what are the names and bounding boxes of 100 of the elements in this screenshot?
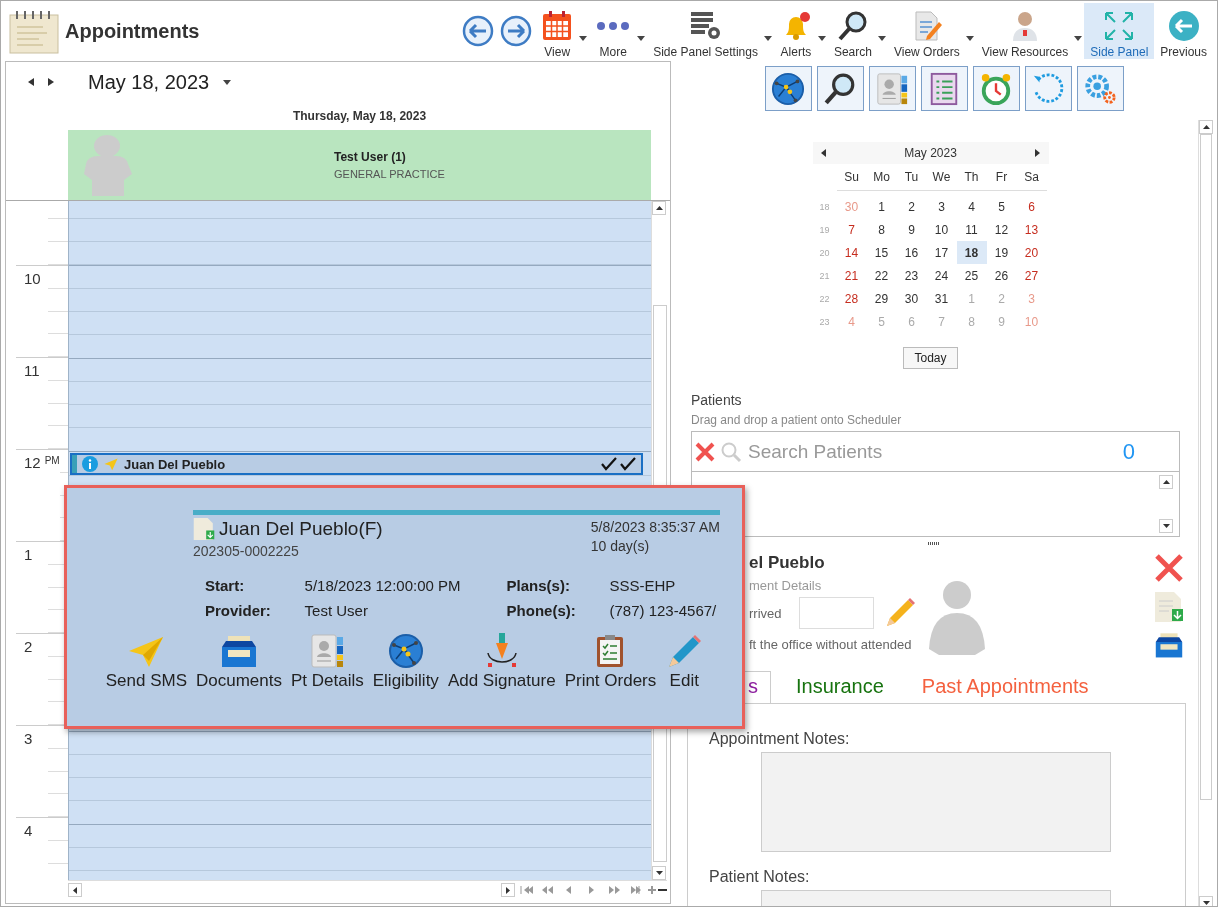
week-number: 22	[818, 292, 831, 306]
calendar-day[interactable]: 1	[866, 195, 897, 218]
toolbar-button[interactable]: Side Panel	[1084, 3, 1155, 59]
weekday-label: Su	[836, 164, 867, 191]
scroll-left-icon[interactable]	[68, 883, 82, 897]
scrollbar-thumb[interactable]	[1200, 134, 1212, 800]
scroll-up-icon[interactable]	[1159, 475, 1173, 489]
search-field[interactable]: Search Patients	[746, 439, 1119, 464]
toolbar-button[interactable]: Alerts	[773, 3, 818, 59]
calendar-day[interactable]: 10	[926, 218, 957, 241]
toolbar-button[interactable]: View	[535, 3, 580, 59]
calendar-day[interactable]: 27	[1016, 264, 1047, 287]
side-panel-button[interactable]	[816, 66, 864, 111]
field-value: Test User	[304, 602, 369, 619]
caret-icon[interactable]	[763, 36, 772, 41]
weekday-label: Mo	[866, 164, 897, 191]
calendar-day[interactable]: 14	[836, 241, 867, 264]
document-download-icon[interactable]	[1154, 591, 1184, 623]
weekday-label: Sa	[1016, 164, 1047, 191]
calendar-day[interactable]: 23	[896, 264, 927, 287]
calendar-day[interactable]: 18	[956, 241, 987, 264]
calendar-day[interactable]: 26	[986, 264, 1017, 287]
toolbar-button[interactable]: Previous	[1154, 3, 1213, 59]
back-button-icon[interactable]	[462, 15, 495, 47]
notes-field[interactable]	[761, 890, 1111, 906]
notes-field[interactable]	[761, 752, 1111, 852]
week-number: 23	[818, 315, 831, 329]
calendar-day[interactable]: 12	[986, 218, 1017, 241]
calendar-day[interactable]: 16	[896, 241, 927, 264]
scroll-down-icon[interactable]	[652, 866, 666, 880]
action-button[interactable]: Add Signature	[447, 633, 556, 691]
calendar-day[interactable]: 11	[956, 218, 987, 241]
calendar-day[interactable]: 28	[836, 287, 867, 310]
appointment[interactable]: Juan Del Pueblo	[70, 453, 643, 475]
caret-icon[interactable]	[817, 36, 826, 41]
action-button[interactable]: Print Orders	[564, 633, 657, 691]
calendar-day[interactable]: 29	[866, 287, 897, 310]
previous-month-icon[interactable]	[820, 149, 826, 157]
calendar-day[interactable]: 19	[986, 241, 1017, 264]
calendar-day[interactable]: 31	[926, 287, 957, 310]
calendar-day[interactable]: 20	[1016, 241, 1047, 264]
caret-icon[interactable]	[223, 79, 232, 85]
toolbar-button[interactable]: More	[589, 3, 638, 59]
field-label: Start:	[205, 577, 246, 594]
calendar-day[interactable]: 9	[896, 218, 927, 241]
weekday-label: We	[926, 164, 957, 191]
forward-button-icon[interactable]	[500, 15, 533, 47]
scroll-right-icon[interactable]	[501, 883, 515, 897]
calendar-month: May 2023	[904, 146, 957, 160]
scroll-down-icon[interactable]	[1199, 896, 1213, 906]
tab[interactable]: Insurance	[783, 671, 897, 703]
inbox-tray-icon[interactable]	[1154, 631, 1184, 659]
calendar-day[interactable]: 8	[866, 218, 897, 241]
calendar-day[interactable]: 6	[1016, 195, 1047, 218]
contact-card-icon	[309, 633, 346, 669]
field-label: Plans(s):	[506, 577, 571, 594]
calendar-day[interactable]: 3	[926, 195, 957, 218]
action-button[interactable]: Eligibility	[372, 633, 439, 691]
action-button[interactable]: Documents	[196, 633, 282, 691]
scroll-up-icon[interactable]	[1199, 120, 1213, 134]
previous-arrow-icon[interactable]	[28, 78, 34, 86]
calendar-day[interactable]: 13	[1016, 218, 1047, 241]
calendar-day[interactable]: 15	[866, 241, 897, 264]
action-button[interactable]: Edit	[665, 633, 704, 691]
calendar-day[interactable]: 2	[896, 195, 927, 218]
side-panel-button[interactable]	[764, 66, 812, 111]
splitter-handle[interactable]	[927, 542, 940, 545]
toolbar-button[interactable]: View Orders	[887, 3, 966, 59]
expand-icon	[1103, 10, 1136, 42]
action-button[interactable]: Pt Details	[291, 633, 364, 691]
caret-icon[interactable]	[637, 36, 646, 41]
clear-icon[interactable]	[694, 440, 716, 463]
calendar-day[interactable]: 24	[926, 264, 957, 287]
calendar-day[interactable]: 7	[836, 218, 867, 241]
action-button[interactable]: Send SMS	[105, 633, 187, 691]
scroll-up-icon[interactable]	[652, 201, 666, 215]
scroll-down-icon[interactable]	[1159, 519, 1173, 533]
toolbar-button[interactable]: Side Panel Settings	[647, 3, 764, 59]
record-number: 202305-0002225	[193, 543, 300, 559]
calendar-day[interactable]: 17	[926, 241, 957, 264]
calendar-day[interactable]: 4	[956, 195, 987, 218]
calendar-day[interactable]: 22	[866, 264, 897, 287]
calendar-day[interactable]: 5	[986, 195, 1017, 218]
created-date: 5/8/2023 8:35:37 AM	[590, 519, 720, 535]
toolbar-button[interactable]: View Resources	[975, 3, 1075, 59]
calendar-day[interactable]: 25	[956, 264, 987, 287]
caret-icon[interactable]	[1074, 36, 1083, 41]
date-label[interactable]: May 18, 2023	[88, 70, 210, 94]
next-arrow-icon[interactable]	[48, 78, 54, 86]
calendar-day[interactable]: 21	[836, 264, 867, 287]
elapsed-days: 10 day(s)	[590, 538, 720, 554]
caret-icon[interactable]	[579, 36, 588, 41]
close-icon[interactable]	[1154, 553, 1184, 583]
toolbar-button[interactable]: Search	[827, 3, 878, 59]
today-button[interactable]: Today	[903, 347, 958, 369]
next-month-icon[interactable]	[1035, 149, 1041, 157]
calendar-day[interactable]: 30	[896, 287, 927, 310]
caret-icon[interactable]	[965, 36, 974, 41]
caret-icon[interactable]	[877, 36, 886, 41]
input-field[interactable]	[799, 597, 874, 629]
